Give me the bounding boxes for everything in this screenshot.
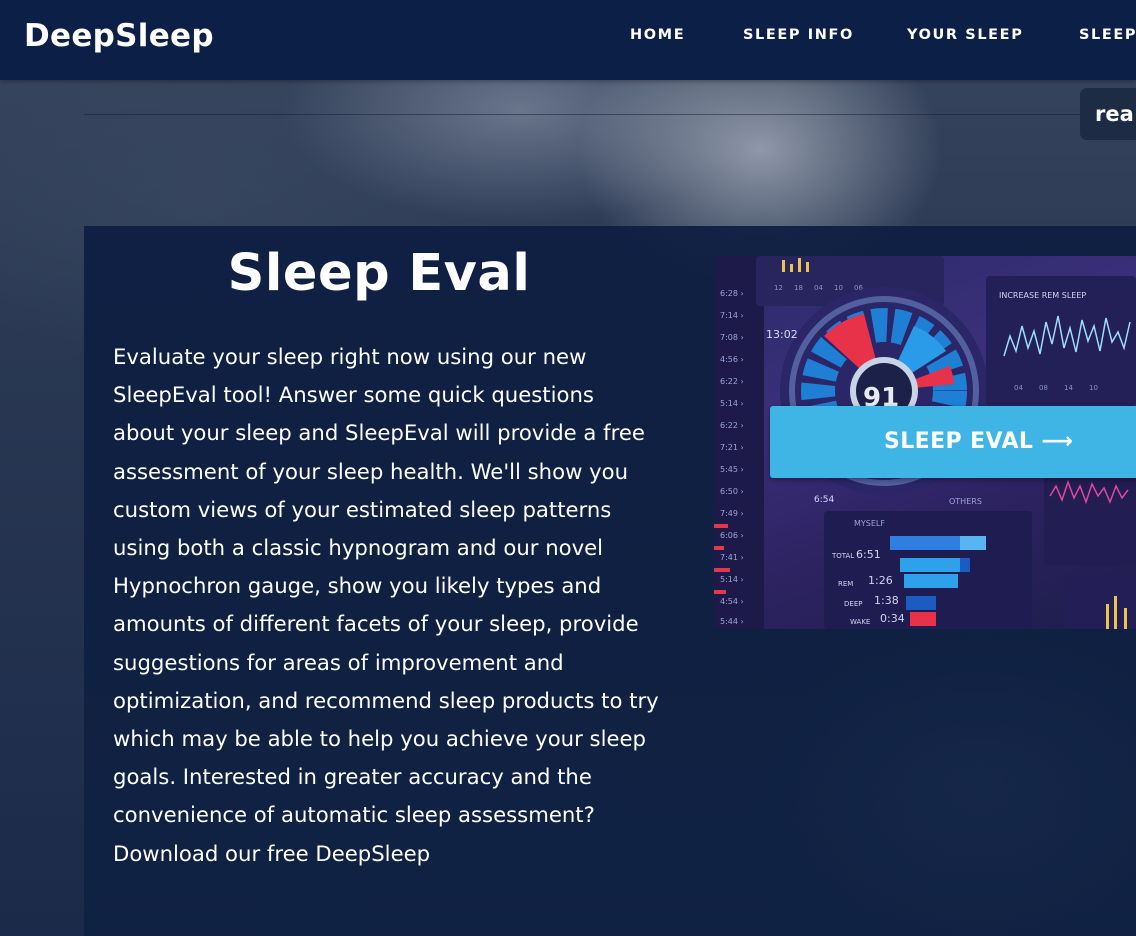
svg-text:WAKE: WAKE — [850, 618, 870, 626]
svg-text:7:21 ›: 7:21 › — [720, 443, 744, 452]
legend-others: OTHERS — [949, 497, 982, 506]
svg-text:1:26: 1:26 — [868, 574, 893, 587]
sleep-eval-button-label: SLEEP EVAL — [884, 429, 1034, 454]
svg-text:1:38: 1:38 — [874, 594, 899, 607]
svg-text:5:44 ›: 5:44 › — [720, 617, 744, 626]
svg-text:6:22 ›: 6:22 › — [720, 377, 744, 386]
svg-text:4:54 ›: 4:54 › — [720, 597, 744, 606]
svg-text:DEEP: DEEP — [844, 600, 862, 608]
section-description: Evaluate your sleep right now using our … — [113, 344, 659, 866]
svg-text:7:49 ›: 7:49 › — [720, 509, 744, 518]
svg-text:7:14 ›: 7:14 › — [720, 311, 744, 320]
svg-text:TOTAL: TOTAL — [831, 552, 854, 560]
svg-text:18: 18 — [794, 284, 803, 292]
svg-text:7:08 ›: 7:08 › — [720, 333, 744, 342]
section-title: Sleep Eval — [227, 244, 531, 303]
legend-myself: MYSELF — [854, 519, 885, 528]
svg-text:12: 12 — [774, 284, 783, 292]
svg-text:10: 10 — [1089, 384, 1098, 392]
svg-text:04: 04 — [1014, 384, 1023, 392]
svg-text:10: 10 — [834, 284, 843, 292]
svg-text:08: 08 — [1039, 384, 1048, 392]
svg-text:5:45 ›: 5:45 › — [720, 465, 744, 474]
divider — [84, 114, 1084, 115]
svg-text:6:51: 6:51 — [856, 548, 881, 561]
brand-logo[interactable]: DeepSleep — [24, 18, 214, 54]
nav-sleep-more[interactable]: SLEEP — [1079, 27, 1136, 43]
svg-text:7:41 ›: 7:41 › — [720, 553, 744, 562]
svg-text:0:34: 0:34 — [880, 612, 905, 625]
svg-text:04: 04 — [814, 284, 823, 292]
nav-sleep-info[interactable]: SLEEP INFO — [743, 27, 854, 43]
read-more-button[interactable]: rea — [1080, 88, 1136, 140]
svg-text:6:22 ›: 6:22 › — [720, 421, 744, 430]
arrow-right-icon: ⟶ — [1041, 429, 1074, 454]
svg-text:5:14 ›: 5:14 › — [720, 399, 744, 408]
dashboard-side-value: 6:54 — [814, 495, 834, 505]
svg-text:6:28 ›: 6:28 › — [720, 289, 744, 298]
dashboard-time: 13:02 — [766, 328, 798, 341]
nav-your-sleep[interactable]: YOUR SLEEP — [907, 27, 1023, 43]
dashboard-chart-title: INCREASE REM SLEEP — [999, 291, 1086, 300]
sleep-eval-button[interactable]: SLEEP EVAL ⟶ — [770, 406, 1136, 478]
svg-text:5:14 ›: 5:14 › — [720, 575, 744, 584]
svg-text:6:50 ›: 6:50 › — [720, 487, 744, 496]
svg-text:14: 14 — [1064, 384, 1073, 392]
nav-home[interactable]: HOME — [630, 27, 685, 43]
top-navbar: DeepSleep HOME SLEEP INFO YOUR SLEEP SLE… — [0, 0, 1136, 80]
svg-text:REM: REM — [838, 580, 853, 588]
svg-text:4:56 ›: 4:56 › — [720, 355, 744, 364]
svg-text:6:06 ›: 6:06 › — [720, 531, 744, 540]
